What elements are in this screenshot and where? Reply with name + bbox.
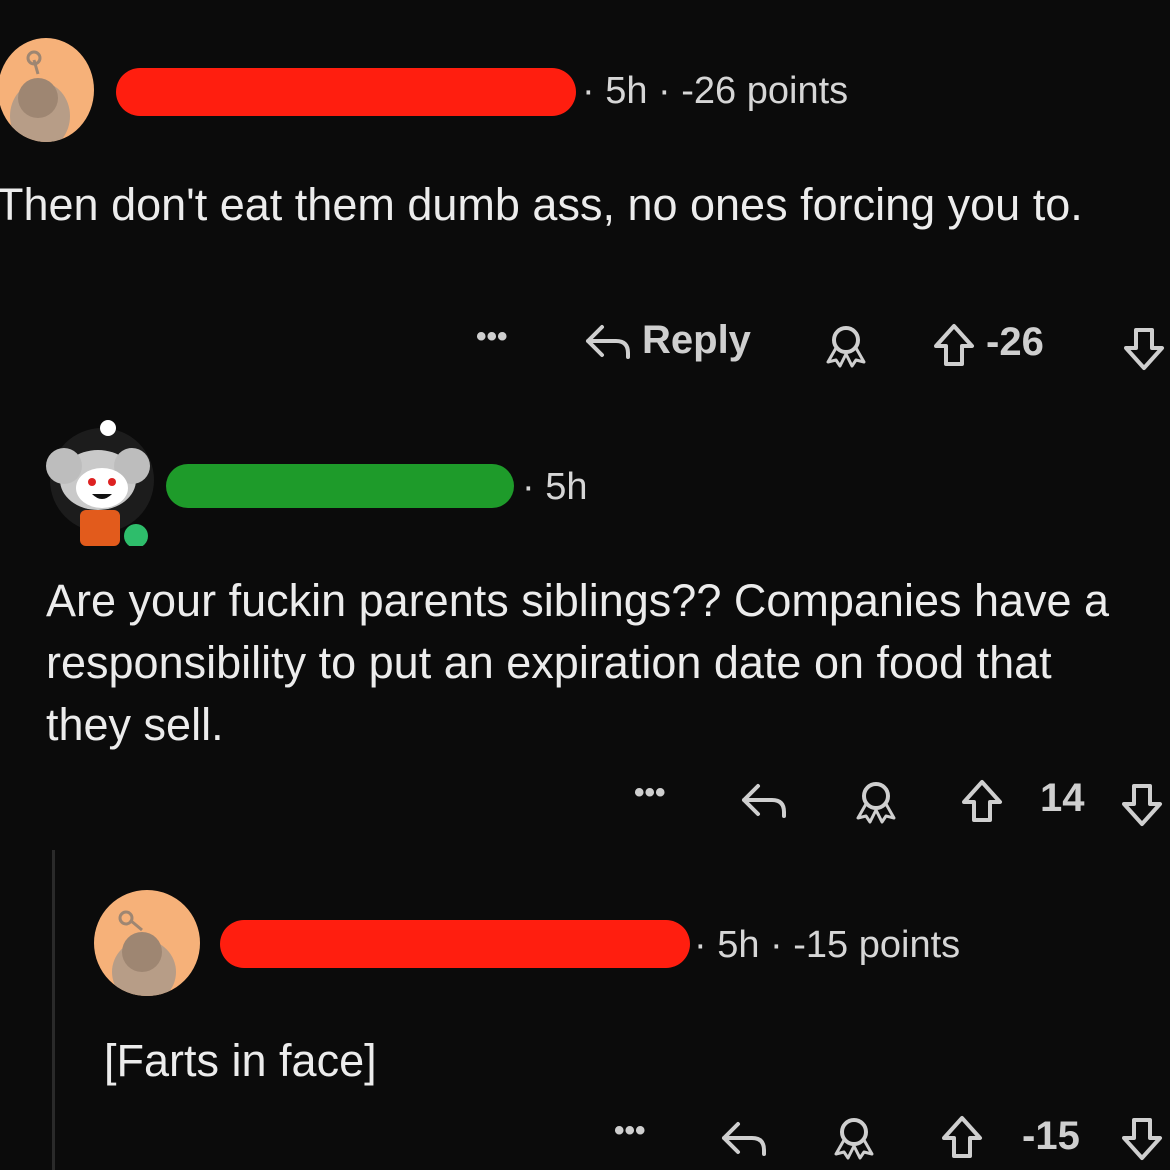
snoo-avatar-icon	[112, 910, 176, 996]
comment-meta: · 5h · -15 points	[694, 924, 961, 966]
downvote-icon[interactable]	[1120, 782, 1164, 828]
comment-body: [Farts in face]	[104, 1035, 377, 1086]
redacted-username	[220, 920, 690, 968]
reply-label: Reply	[642, 318, 751, 362]
award-icon[interactable]	[822, 324, 870, 368]
reply-arrow-icon[interactable]	[738, 780, 790, 820]
reply-arrow-icon	[586, 324, 630, 359]
award-icon[interactable]	[852, 780, 900, 824]
upvote-icon[interactable]	[960, 778, 1004, 824]
comment-3: · 5h · -15 points [Farts in face] ••• -1…	[0, 880, 1170, 1170]
more-icon[interactable]: •••	[614, 1114, 646, 1148]
upvote-icon[interactable]	[932, 322, 976, 368]
snoo-avatar-icon	[10, 50, 70, 142]
comment-body: Then don't eat them dumb ass, no ones fo…	[0, 179, 1083, 230]
comment-2: · 5h Are your fuckin parents siblings?? …	[0, 400, 1170, 840]
award-icon[interactable]	[830, 1116, 878, 1160]
avatar[interactable]	[94, 890, 200, 996]
comment-1: · 5h · -26 points Then don't eat them du…	[0, 0, 1170, 400]
action-bar: ••• Reply -26	[470, 316, 1170, 372]
comment-body: Are your fuckin parents siblings?? Compa…	[46, 575, 1110, 750]
upvote-icon[interactable]	[940, 1114, 984, 1160]
avatar[interactable]	[0, 38, 94, 142]
comment-meta: · 5h · -26 points	[582, 70, 849, 112]
reply-button[interactable]: Reply	[582, 318, 751, 363]
reply-arrow-icon[interactable]	[718, 1118, 770, 1158]
snoo-avatar-icon	[46, 420, 154, 548]
online-status-dot	[124, 524, 148, 548]
redacted-username	[166, 464, 514, 508]
downvote-icon[interactable]	[1122, 326, 1166, 372]
more-icon[interactable]: •••	[476, 320, 508, 354]
action-bar: ••• -15	[600, 1106, 1170, 1162]
score: 14	[1040, 776, 1085, 820]
downvote-icon[interactable]	[1120, 1116, 1164, 1162]
action-bar: ••• 14	[620, 772, 1170, 828]
more-icon[interactable]: •••	[634, 776, 666, 810]
comment-meta: · 5h	[522, 466, 588, 508]
redacted-username	[116, 68, 576, 116]
score: -26	[986, 320, 1044, 364]
avatar[interactable]	[36, 410, 156, 548]
score: -15	[1022, 1114, 1080, 1158]
